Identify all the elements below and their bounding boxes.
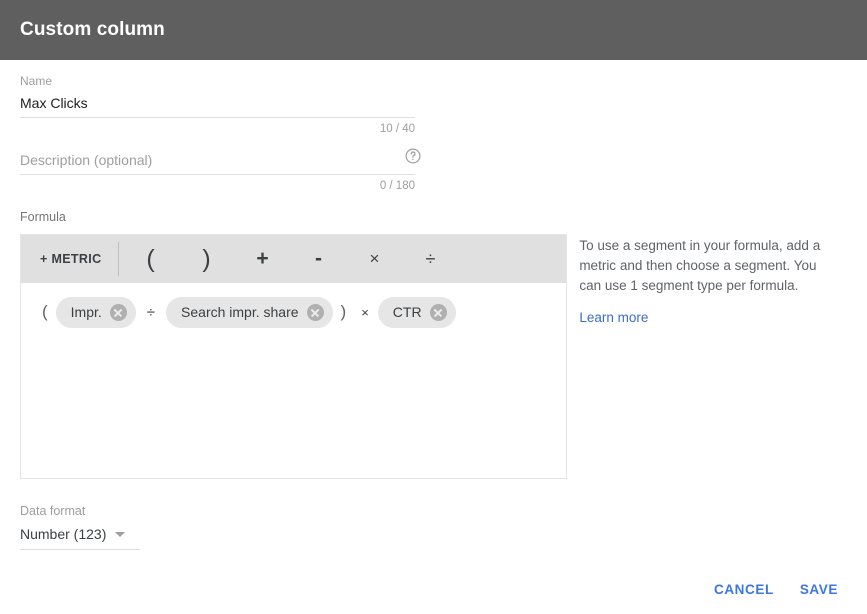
page-title: Custom column (20, 19, 165, 40)
data-format-group: Data format Number (123) (20, 503, 140, 550)
metric-chip-label: CTR (392, 304, 422, 320)
data-format-select[interactable]: Number (123) (20, 519, 140, 550)
dialog-body: Name Max Clicks 10 / 40 Description (opt… (0, 73, 867, 550)
dialog-footer: CANCEL SAVE (703, 574, 849, 605)
metric-chip-impr[interactable]: Impr. (55, 296, 136, 328)
data-format-value: Number (123) (20, 526, 107, 542)
description-char-counter: 0 / 180 (379, 180, 415, 192)
chevron-down-icon (115, 531, 126, 537)
operator-plus-button[interactable]: + (235, 235, 291, 283)
name-input[interactable]: Max Clicks (20, 91, 415, 113)
formula-help-text: To use a segment in your formula, add a … (579, 238, 821, 293)
help-circle-icon[interactable] (404, 147, 422, 165)
formula-area: + METRIC ( ) + - × ÷ ( Impr. ÷ Search im… (20, 234, 847, 479)
expression-divide-operator: ÷ (146, 303, 156, 321)
formula-toolbar: + METRIC ( ) + - × ÷ (21, 235, 567, 283)
learn-more-link[interactable]: Learn more (579, 310, 648, 325)
expression-multiply-operator: × (361, 304, 369, 320)
name-field-group: Name Max Clicks 10 / 40 (20, 73, 415, 136)
expression-close-paren: ) (340, 302, 347, 321)
formula-label: Formula (20, 210, 66, 224)
formula-help-panel: To use a segment in your formula, add a … (567, 234, 847, 479)
toolbar-divider (117, 242, 119, 276)
metric-chip-ctr[interactable]: CTR (377, 296, 456, 328)
description-input[interactable]: Description (optional) (20, 150, 415, 170)
description-field-group: Description (optional) 0 / 180 (20, 148, 421, 193)
operator-divide-button[interactable]: ÷ (403, 235, 459, 283)
formula-expression: ( Impr. ÷ Search impr. share ) × CTR (35, 295, 552, 329)
close-icon[interactable] (109, 303, 127, 321)
cancel-button[interactable]: CANCEL (703, 574, 785, 605)
operator-minus-button[interactable]: - (291, 235, 347, 283)
formula-canvas[interactable]: ( Impr. ÷ Search impr. share ) × CTR (21, 283, 567, 478)
metric-chip-label: Search impr. share (181, 304, 299, 320)
operator-open-paren-button[interactable]: ( (123, 235, 179, 283)
save-button[interactable]: SAVE (789, 574, 849, 605)
formula-editor: + METRIC ( ) + - × ÷ ( Impr. ÷ Search im… (20, 234, 568, 479)
metric-chip-label: Impr. (70, 304, 102, 320)
metric-chip-search-impr-share[interactable]: Search impr. share (166, 296, 333, 328)
data-format-label: Data format (20, 504, 86, 518)
close-icon[interactable] (306, 303, 324, 321)
close-icon[interactable] (429, 303, 447, 321)
add-metric-button[interactable]: + METRIC (21, 252, 118, 266)
expression-open-paren: ( (42, 302, 48, 321)
name-field-label: Name (20, 74, 53, 88)
operator-multiply-button[interactable]: × (347, 235, 403, 283)
dialog-header: Custom column (0, 0, 867, 60)
operator-close-paren-button[interactable]: ) (179, 235, 235, 283)
name-char-counter: 10 / 40 (379, 123, 415, 135)
